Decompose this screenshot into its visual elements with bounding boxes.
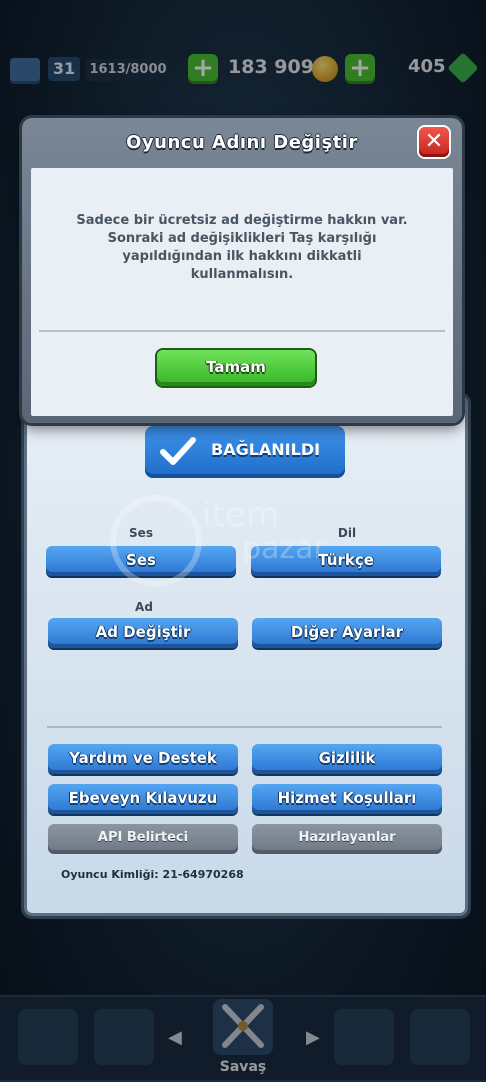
dialog-message: Sadece bir ücretsiz ad değiştirme hakkın… <box>76 213 408 282</box>
connected-label: BAĞLANILDI <box>211 440 321 459</box>
parent-guide-button[interactable]: Ebeveyn Kılavuzu <box>48 784 238 814</box>
connected-button[interactable]: BAĞLANILDI <box>145 426 345 478</box>
help-support-button[interactable]: Yardım ve Destek <box>48 744 238 774</box>
settings-panel: BAĞLANILDI Ses Dil Ses Türkçe Ad Ad Deği… <box>24 395 468 916</box>
name-section-label: Ad <box>135 600 153 614</box>
other-settings-button[interactable]: Diğer Ayarlar <box>252 618 442 648</box>
terms-of-service-button[interactable]: Hizmet Koşulları <box>252 784 442 814</box>
player-id: Oyuncu Kimliği: 21-64970268 <box>61 868 244 881</box>
settings-divider <box>47 726 442 728</box>
ok-button[interactable]: Tamam <box>157 350 315 386</box>
change-name-dialog: Oyuncu Adını Değiştir ✕ Sadece bir ücret… <box>22 118 462 423</box>
credits-button[interactable]: Hazırlayanlar <box>252 824 442 854</box>
dialog-title: Oyuncu Adını Değiştir <box>126 132 358 153</box>
sound-section-label: Ses <box>129 526 153 540</box>
change-name-button[interactable]: Ad Değiştir <box>48 618 238 648</box>
close-button[interactable]: ✕ <box>419 127 449 157</box>
checkmark-icon <box>160 437 196 465</box>
privacy-button[interactable]: Gizlilik <box>252 744 442 774</box>
sound-button[interactable]: Ses <box>46 546 236 576</box>
language-button[interactable]: Türkçe <box>251 546 441 576</box>
dialog-body: Sadece bir ücretsiz ad değiştirme hakkın… <box>31 168 453 416</box>
api-token-button[interactable]: API Belirteci <box>48 824 238 854</box>
language-section-label: Dil <box>337 526 357 540</box>
dialog-divider <box>39 330 445 332</box>
